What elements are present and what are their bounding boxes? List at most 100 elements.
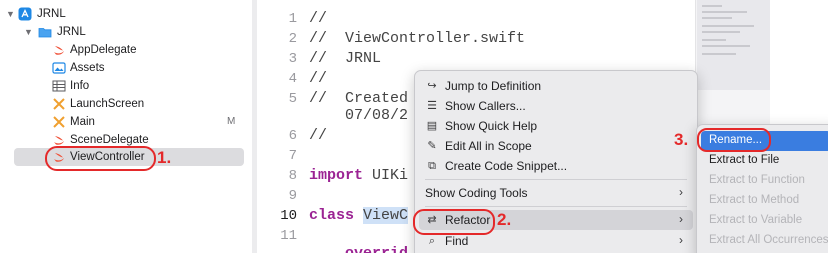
menu-separator bbox=[425, 179, 687, 180]
group-name: JRNL bbox=[57, 26, 86, 38]
snippet-icon: ⧉ bbox=[428, 160, 436, 172]
file-info[interactable]: Info bbox=[0, 78, 252, 96]
interface-builder-icon bbox=[53, 98, 65, 110]
menu-item-edit-all-in-scope[interactable]: ✎ Edit All in Scope bbox=[419, 136, 693, 156]
line-number: 10 bbox=[280, 208, 297, 224]
line-number: 5 bbox=[288, 91, 297, 107]
table-icon bbox=[52, 80, 66, 92]
menu-item-create-code-snippet[interactable]: ⧉ Create Code Snippet... bbox=[419, 156, 693, 176]
xcode-window: ▼ JRNL ▼ JRNL AppDelegate Assets Info La… bbox=[0, 0, 828, 253]
line-number: 8 bbox=[288, 168, 297, 184]
annotation-oval bbox=[413, 209, 495, 235]
file-label: Info bbox=[70, 80, 90, 92]
submenu-item-extract-to-variable: Extract to Variable bbox=[701, 211, 828, 231]
chevron-down-icon[interactable]: ▼ bbox=[6, 9, 15, 19]
minimap-line bbox=[702, 53, 736, 55]
file-label: Main bbox=[70, 116, 95, 128]
menu-item-label: Find bbox=[445, 234, 469, 248]
annotation-1: 1. bbox=[157, 148, 172, 167]
keyword: import bbox=[309, 167, 364, 184]
file-label: SceneDelegate bbox=[70, 134, 149, 146]
chevron-right-icon: › bbox=[679, 212, 683, 226]
selected-text: ViewC bbox=[363, 207, 409, 224]
line-number: 9 bbox=[288, 188, 297, 204]
code-line: // Created bbox=[309, 90, 409, 107]
list-icon: ☰ bbox=[427, 100, 437, 112]
menu-item-show-callers[interactable]: ☰ Show Callers... bbox=[419, 96, 693, 116]
menu-item-label: Create Code Snippet... bbox=[445, 159, 568, 173]
file-label: LaunchScreen bbox=[70, 98, 145, 110]
menu-item-show-coding-tools[interactable]: Show Coding Tools › bbox=[419, 183, 693, 203]
code-line: 07/08/2 bbox=[345, 107, 409, 124]
minimap-line bbox=[702, 11, 747, 13]
quick-help-icon: ▤ bbox=[426, 120, 438, 132]
minimap-line bbox=[702, 45, 750, 47]
asset-catalog-icon bbox=[52, 62, 66, 74]
annotation-3: 3. bbox=[674, 130, 689, 149]
submenu-item-label: Extract to Method bbox=[709, 194, 800, 206]
minimap-line bbox=[702, 39, 726, 41]
menu-item-label: Edit All in Scope bbox=[445, 139, 532, 153]
menu-item-label: Show Quick Help bbox=[445, 119, 538, 133]
line-number: 2 bbox=[288, 31, 297, 47]
project-navigator: ▼ JRNL ▼ JRNL AppDelegate Assets Info La… bbox=[0, 0, 252, 253]
annotation-oval bbox=[45, 146, 156, 171]
keyword: class bbox=[309, 207, 355, 224]
swift-file-icon bbox=[54, 136, 64, 145]
annotation-oval bbox=[697, 128, 771, 152]
code-line: // bbox=[309, 10, 328, 27]
nav-group-row[interactable]: ▼ JRNL bbox=[0, 24, 252, 42]
nav-project-row[interactable]: ▼ JRNL bbox=[0, 6, 252, 24]
menu-item-label: Jump to Definition bbox=[445, 79, 542, 93]
swift-file-icon bbox=[54, 46, 64, 55]
code-line: // bbox=[309, 70, 328, 87]
modified-badge: M bbox=[227, 116, 236, 127]
interface-builder-icon bbox=[53, 116, 65, 128]
submenu-item-extract-to-function: Extract to Function bbox=[701, 171, 828, 191]
menu-item-label: Show Coding Tools bbox=[425, 186, 528, 200]
search-icon: ⌕ bbox=[428, 235, 436, 247]
line-number: 6 bbox=[288, 128, 297, 144]
submenu-item-extract-all-occurrences: Extract All Occurrences bbox=[701, 231, 828, 251]
line-number: 4 bbox=[288, 71, 297, 87]
file-main[interactable]: Main M bbox=[0, 114, 252, 132]
chevron-right-icon: › bbox=[679, 233, 683, 247]
submenu-item-extract-to-file[interactable]: Extract to File bbox=[701, 151, 828, 171]
submenu-item-label: Extract to Function bbox=[709, 174, 805, 186]
menu-item-jump-to-definition[interactable]: ↪ Jump to Definition bbox=[419, 76, 693, 96]
line-number: 3 bbox=[288, 51, 297, 67]
code-line: overrid bbox=[345, 245, 408, 253]
jump-arrow-icon: ↪ bbox=[427, 80, 437, 92]
file-label: AppDelegate bbox=[70, 44, 137, 56]
menu-item-label: Show Callers... bbox=[445, 99, 526, 113]
menu-separator bbox=[425, 206, 687, 207]
chevron-down-icon[interactable]: ▼ bbox=[24, 27, 33, 37]
file-launchscreen[interactable]: LaunchScreen bbox=[0, 96, 252, 114]
line-number: 7 bbox=[288, 148, 297, 164]
submenu-item-label: Extract to File bbox=[709, 154, 780, 166]
xcode-project-icon bbox=[18, 7, 32, 21]
file-label: Assets bbox=[70, 62, 105, 74]
project-name: JRNL bbox=[37, 8, 66, 20]
edit-icon: ✎ bbox=[427, 140, 437, 152]
minimap-line bbox=[702, 17, 732, 19]
submenu-item-extract-to-method: Extract to Method bbox=[701, 191, 828, 211]
file-appdelegate[interactable]: AppDelegate bbox=[0, 42, 252, 60]
submenu-item-label: Extract All Occurrences bbox=[709, 234, 828, 246]
line-number: 11 bbox=[280, 228, 297, 244]
menu-item-show-quick-help[interactable]: ▤ Show Quick Help bbox=[419, 116, 693, 136]
minimap-line bbox=[702, 5, 722, 7]
code-line: class ViewC bbox=[309, 207, 409, 224]
submenu-item-label: Extract to Variable bbox=[709, 214, 803, 226]
code-line: // ViewController.swift bbox=[309, 30, 526, 47]
chevron-right-icon: › bbox=[679, 185, 683, 199]
code-text: UIKi bbox=[363, 167, 409, 184]
code-line: // JRNL bbox=[309, 50, 382, 67]
annotation-2: 2. bbox=[497, 210, 512, 229]
minimap-line bbox=[702, 31, 740, 33]
code-line: // bbox=[309, 127, 328, 144]
minimap-line bbox=[702, 25, 754, 27]
file-assets[interactable]: Assets bbox=[0, 60, 252, 78]
line-number: 1 bbox=[288, 11, 297, 27]
code-line: import UIKi bbox=[309, 167, 408, 184]
